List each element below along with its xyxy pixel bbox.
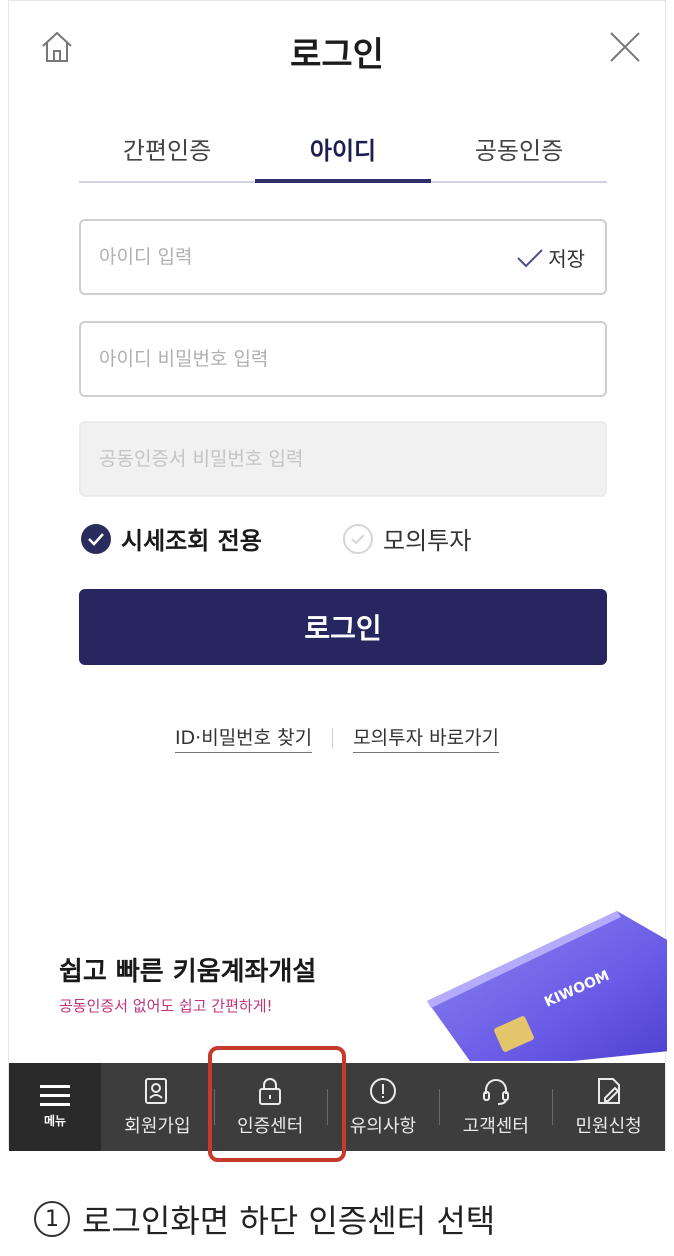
cert-password-input[interactable]	[81, 423, 605, 495]
lock-icon	[259, 1078, 282, 1105]
nav-auth-center[interactable]: 인증센터	[213, 1063, 327, 1151]
promo-title[interactable]: 쉽고 빠른 키움계좌개설	[59, 951, 316, 988]
mock-invest-shortcut-link[interactable]: 모의투자 바로가기	[353, 723, 500, 753]
login-screen: 로그인 간편인증 아이디 공동인증 저장 시세조회 전용	[8, 0, 667, 1151]
password-field-wrapper	[79, 321, 607, 397]
id-field-wrapper: 저장	[79, 219, 607, 295]
step-text: 로그인화면 하단 인증센터 선택	[82, 1202, 496, 1240]
save-id-toggle[interactable]: 저장	[516, 243, 585, 272]
bottom-nav: 메뉴 회원가입 인증센터 유의사항 고객센터 민원신청	[9, 1063, 665, 1151]
nav-signup[interactable]: 회원가입	[101, 1063, 214, 1151]
step-caption: 1 로그인화면 하단 인증센터 선택	[34, 1196, 495, 1242]
nav-complaint-label: 민원신청	[575, 1116, 642, 1137]
header: 로그인	[9, 1, 665, 93]
nav-notice-label: 유의사항	[349, 1116, 417, 1137]
find-id-password-link[interactable]: ID·비밀번호 찾기	[174, 723, 313, 753]
checked-radio-icon	[81, 523, 111, 554]
nav-notice[interactable]: 유의사항	[326, 1063, 440, 1151]
nav-customer-center[interactable]: 고객센터	[439, 1063, 552, 1151]
tab-id[interactable]: 아이디	[255, 119, 431, 183]
menu-label: 메뉴	[43, 1114, 67, 1128]
quote-only-label: 시세조회 전용	[121, 527, 262, 555]
nav-auth-center-label: 인증센터	[237, 1116, 304, 1137]
close-icon[interactable]	[605, 27, 645, 67]
hamburger-icon	[40, 1085, 70, 1106]
tab-cert-auth[interactable]: 공동인증	[431, 119, 607, 181]
password-input[interactable]	[81, 323, 605, 395]
nav-signup-label: 회원가입	[124, 1116, 191, 1137]
alert-icon	[369, 1078, 396, 1104]
unchecked-radio-icon	[343, 523, 373, 554]
page-title: 로그인	[290, 35, 384, 75]
headset-icon	[482, 1079, 509, 1105]
help-links: ID·비밀번호 찾기 모의투자 바로가기	[9, 723, 665, 753]
edit-document-icon	[597, 1078, 620, 1104]
promo-subtitle: 공동인증서 없어도 쉽고 간편하게!	[59, 997, 273, 1015]
menu-button[interactable]: 메뉴	[9, 1063, 101, 1151]
signup-icon	[145, 1078, 168, 1104]
nav-customer-center-label: 고객센터	[462, 1116, 529, 1137]
link-divider	[332, 728, 334, 748]
check-icon	[517, 248, 543, 267]
step-number: 1	[34, 1201, 70, 1237]
quote-only-option[interactable]: 시세조회 전용	[81, 521, 262, 556]
tab-simple-auth[interactable]: 간편인증	[79, 119, 255, 181]
login-tabs: 간편인증 아이디 공동인증	[79, 119, 607, 183]
login-button[interactable]: 로그인	[79, 589, 607, 665]
nav-complaint[interactable]: 민원신청	[552, 1063, 665, 1151]
cert-password-field-wrapper	[79, 421, 607, 497]
mock-invest-label: 모의투자	[383, 527, 472, 555]
save-label: 저장	[548, 247, 585, 271]
kiwoom-card-image[interactable]: KIWOOM	[407, 881, 667, 1061]
mock-invest-option[interactable]: 모의투자	[343, 521, 471, 556]
